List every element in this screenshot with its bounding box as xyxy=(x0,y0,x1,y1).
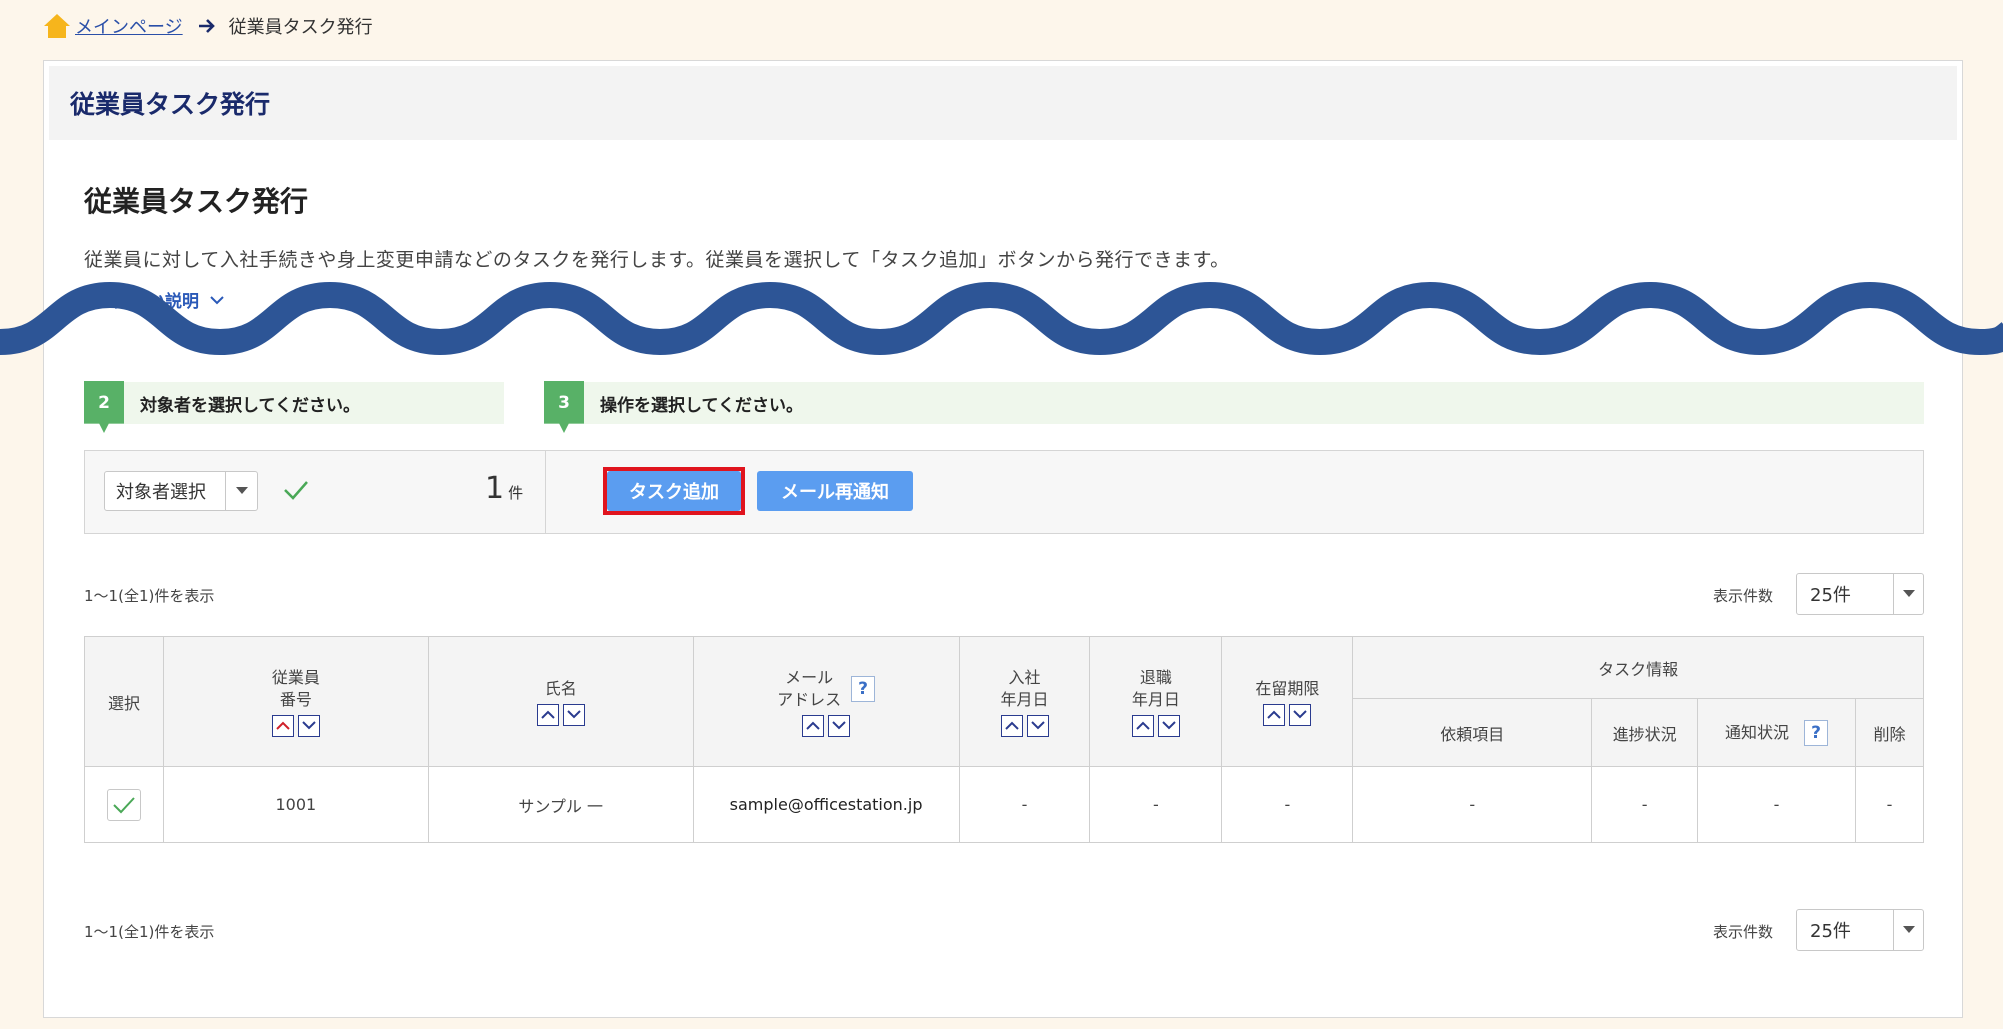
cell-progress: - xyxy=(1591,766,1699,843)
checkmark-icon xyxy=(113,796,135,813)
selected-count-unit: 件 xyxy=(508,484,524,502)
step-number-badge: 2 xyxy=(84,381,124,433)
selected-count-number: 1 xyxy=(485,471,505,506)
breadcrumb-home-link[interactable]: メインページ xyxy=(75,13,183,39)
arrow-right-icon xyxy=(198,19,215,33)
step-label: 操作を選択してください。 xyxy=(600,395,803,416)
sort-desc-icon[interactable] xyxy=(828,714,851,737)
sort-asc-icon[interactable] xyxy=(1000,714,1023,737)
caret-down-icon xyxy=(225,472,257,510)
breadcrumb-current: 従業員タスク発行 xyxy=(228,17,373,38)
header-progress: 進捗状況 xyxy=(1591,698,1699,767)
step-select-target: 2 対象者を選択してください。 xyxy=(84,381,504,433)
sort-desc-icon[interactable] xyxy=(1289,703,1312,726)
sort-asc-icon[interactable] xyxy=(802,714,825,737)
card-header: 従業員タスク発行 xyxy=(49,66,1957,140)
sort-asc-icon[interactable] xyxy=(1263,703,1286,726)
header-hire-date: 入社 年月日 xyxy=(958,636,1091,767)
breadcrumb: メインページ 従業員タスク発行 xyxy=(43,12,373,40)
task-add-button[interactable]: タスク追加 xyxy=(607,471,741,511)
per-page-value: 25件 xyxy=(1810,585,1851,606)
table-row: 1001 サンプル 一 sample@officestation.jp - - … xyxy=(84,766,1925,843)
mail-resend-button[interactable]: メール再通知 xyxy=(757,471,913,511)
employee-table: 選択 従業員 番号 氏名 メール アドレス ? 入社 年月日 退職 年月日 在留… xyxy=(84,636,1925,843)
section-title: 従業員タスク発行 xyxy=(84,185,309,218)
header-select: 選択 xyxy=(84,636,164,767)
main-card: 従業員タスク発行 従業員タスク発行 従業員に対して入社手続きや身上変更申請などの… xyxy=(43,60,1963,1018)
range-text-bottom: 1〜1(全1)件を表示 xyxy=(84,923,215,941)
caret-down-icon xyxy=(1893,574,1923,614)
per-page-label-top: 表示件数 xyxy=(1713,587,1774,605)
header-email: メール アドレス ? xyxy=(692,636,960,767)
highlight-frame: タスク追加 xyxy=(603,467,745,515)
sort-asc-icon[interactable] xyxy=(271,714,294,737)
selected-count: 1 件 xyxy=(485,471,523,506)
cell-email: sample@officestation.jp xyxy=(692,766,960,843)
row-checkbox[interactable] xyxy=(106,788,141,821)
cell-request-item: - xyxy=(1352,766,1593,843)
cell-delete: - xyxy=(1854,766,1925,843)
help-icon[interactable]: ? xyxy=(1804,720,1829,746)
sort-desc-icon[interactable] xyxy=(1157,714,1180,737)
action-bar: 対象者選択 1 件 タスク追加 メール再通知 xyxy=(84,450,1924,534)
step-select-operation: 3 操作を選択してください。 xyxy=(544,381,1924,433)
per-page-select-bottom[interactable]: 25件 xyxy=(1796,909,1924,951)
cell-notify-status: - xyxy=(1697,766,1856,843)
cell-employee-number: 1001 xyxy=(162,766,429,843)
per-page-value: 25件 xyxy=(1810,921,1851,942)
step-label: 対象者を選択してください。 xyxy=(140,395,360,416)
step-number-badge: 3 xyxy=(544,381,584,433)
per-page-select-top[interactable]: 25件 xyxy=(1796,573,1924,615)
header-residence-deadline: 在留期限 xyxy=(1221,636,1354,767)
row-select-cell xyxy=(84,766,164,843)
cell-residence-deadline: - xyxy=(1221,766,1354,843)
cell-name: サンプル 一 xyxy=(427,766,694,843)
header-delete: 削除 xyxy=(1854,698,1925,767)
caret-down-icon xyxy=(1893,910,1923,950)
header-task-info: タスク情報 xyxy=(1352,636,1924,699)
header-name: 氏名 xyxy=(427,636,694,767)
page-title: 従業員タスク発行 xyxy=(70,90,271,119)
cell-hire-date: - xyxy=(958,766,1091,843)
page-description: 従業員に対して入社手続きや身上変更申請などのタスクを発行します。従業員を選択して… xyxy=(84,249,1230,271)
header-notify-status: 通知状況 ? xyxy=(1697,698,1856,767)
target-select-label: 対象者選択 xyxy=(116,482,206,503)
divider xyxy=(545,451,546,533)
per-page-label-bottom: 表示件数 xyxy=(1713,923,1774,941)
sort-asc-icon[interactable] xyxy=(1131,714,1154,737)
sort-desc-icon[interactable] xyxy=(1026,714,1049,737)
header-request-item: 依頼項目 xyxy=(1352,698,1593,767)
range-text-top: 1〜1(全1)件を表示 xyxy=(84,587,215,605)
checkmark-icon xyxy=(284,481,308,500)
sort-asc-icon[interactable] xyxy=(536,703,559,726)
sort-desc-icon[interactable] xyxy=(297,714,320,737)
help-icon[interactable]: ? xyxy=(851,675,876,702)
header-leave-date: 退職 年月日 xyxy=(1089,636,1223,767)
sort-desc-icon[interactable] xyxy=(562,703,585,726)
target-select-dropdown[interactable]: 対象者選択 xyxy=(104,471,258,511)
home-icon xyxy=(44,14,70,38)
header-employee-number: 従業員 番号 xyxy=(162,636,429,767)
wave-divider xyxy=(0,281,2003,356)
cell-leave-date: - xyxy=(1089,766,1223,843)
